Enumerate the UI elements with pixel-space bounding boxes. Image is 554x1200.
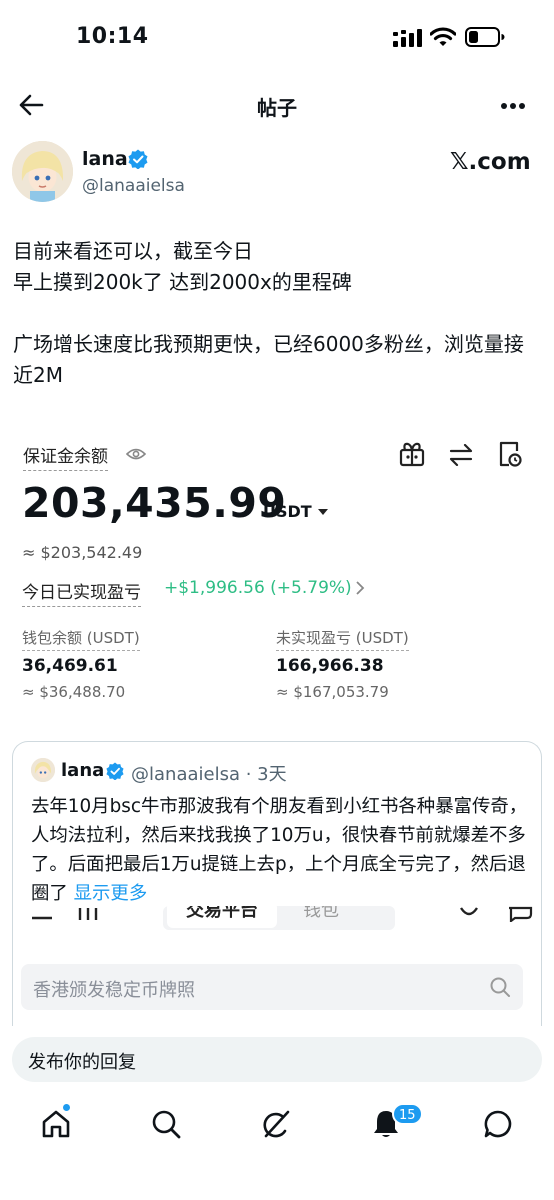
wallet-balance-value: 36,469.61 xyxy=(22,656,118,676)
quoted-text: 去年10月bsc牛市那波我有个朋友看到小红书各种暴富传奇，人均法拉利，然后来找我… xyxy=(31,792,531,908)
wifi-icon xyxy=(430,27,456,46)
wallet-balance-approx: ≈ $36,488.70 xyxy=(22,683,126,701)
quoted-media-tabs: 交易平台 钱包 xyxy=(163,906,395,930)
attached-image[interactable] xyxy=(0,430,554,720)
more-options-icon[interactable] xyxy=(500,102,526,110)
quoted-avatar-illustration xyxy=(31,758,55,782)
home-unread-dot xyxy=(62,1103,71,1112)
search-icon xyxy=(490,977,510,997)
quoted-author-name: lana xyxy=(61,760,105,781)
menu-icon xyxy=(32,916,52,920)
battery-icon xyxy=(465,27,505,47)
unrealized-pnl-label: 未实现盈亏 (USDT) xyxy=(276,627,409,651)
chevron-right-icon xyxy=(356,581,365,595)
margin-balance-label: 保证金余额 xyxy=(23,442,108,471)
home-icon[interactable] xyxy=(40,1108,72,1140)
balance-approx: ≈ $203,542.49 xyxy=(22,543,143,562)
transfer-icon xyxy=(449,444,473,466)
cellular-signal-icon xyxy=(393,29,422,47)
quoted-tweet[interactable]: lana @lanaaielsa · 3天 去年10月bsc牛市那波我有个朋友看… xyxy=(12,741,542,917)
wallet-balance-label: 钱包余额 (USDT) xyxy=(22,627,140,651)
realized-pnl-label: 今日已实现盈亏 xyxy=(22,578,141,607)
reply-bar: 发布你的回复 xyxy=(0,1026,554,1096)
notification-count-badge: 15 xyxy=(392,1103,423,1125)
grok-icon[interactable] xyxy=(260,1108,292,1140)
author-name[interactable]: lana xyxy=(82,148,128,170)
history-icon xyxy=(499,441,522,467)
message-icon xyxy=(509,906,533,922)
quoted-author-handle: @lanaaielsa · 3天 xyxy=(131,764,287,785)
tab-exchange: 交易平台 xyxy=(167,906,277,928)
quoted-media-search: 香港颁发稳定币牌照 xyxy=(21,964,523,1010)
status-time: 10:14 xyxy=(76,24,149,49)
reply-placeholder: 发布你的回复 xyxy=(28,1052,136,1073)
eye-icon xyxy=(126,448,146,460)
search-icon[interactable] xyxy=(150,1108,182,1140)
verified-badge-icon xyxy=(128,149,148,169)
quoted-media[interactable]: 交易平台 钱包 香港颁发稳定币牌照 xyxy=(12,906,542,1026)
reply-input[interactable]: 发布你的回复 xyxy=(12,1037,542,1082)
quoted-avatar xyxy=(31,758,55,782)
search-placeholder: 香港颁发稳定币牌照 xyxy=(33,980,195,1001)
realized-pnl-value: +$1,996.56 (+5.79%) xyxy=(164,578,352,598)
post-text: 目前来看还可以，截至今日 早上摸到200k了 达到2000x的里程碑 广场增长速… xyxy=(13,239,524,387)
page-title: 帖子 xyxy=(257,96,297,120)
messages-icon[interactable] xyxy=(482,1108,514,1140)
unrealized-pnl-approx: ≈ $167,053.79 xyxy=(276,683,389,701)
filter-icon xyxy=(78,908,98,920)
currency-selector: USDT xyxy=(263,502,312,521)
scan-icon xyxy=(460,907,478,916)
verified-badge-icon xyxy=(106,762,124,780)
author-handle[interactable]: @lanaaielsa xyxy=(82,176,185,196)
avatar[interactable] xyxy=(12,141,73,202)
avatar-illustration xyxy=(12,141,73,202)
show-more-link[interactable]: 显示更多 xyxy=(74,883,148,904)
gift-icon xyxy=(399,442,425,467)
tab-wallet: 钱包 xyxy=(303,906,339,921)
x-com-watermark: 𝕏.com xyxy=(450,149,531,175)
unrealized-pnl-value: 166,966.38 xyxy=(276,656,384,676)
balance-value: 203,435.99 xyxy=(22,479,287,527)
caret-down-icon xyxy=(318,509,328,515)
